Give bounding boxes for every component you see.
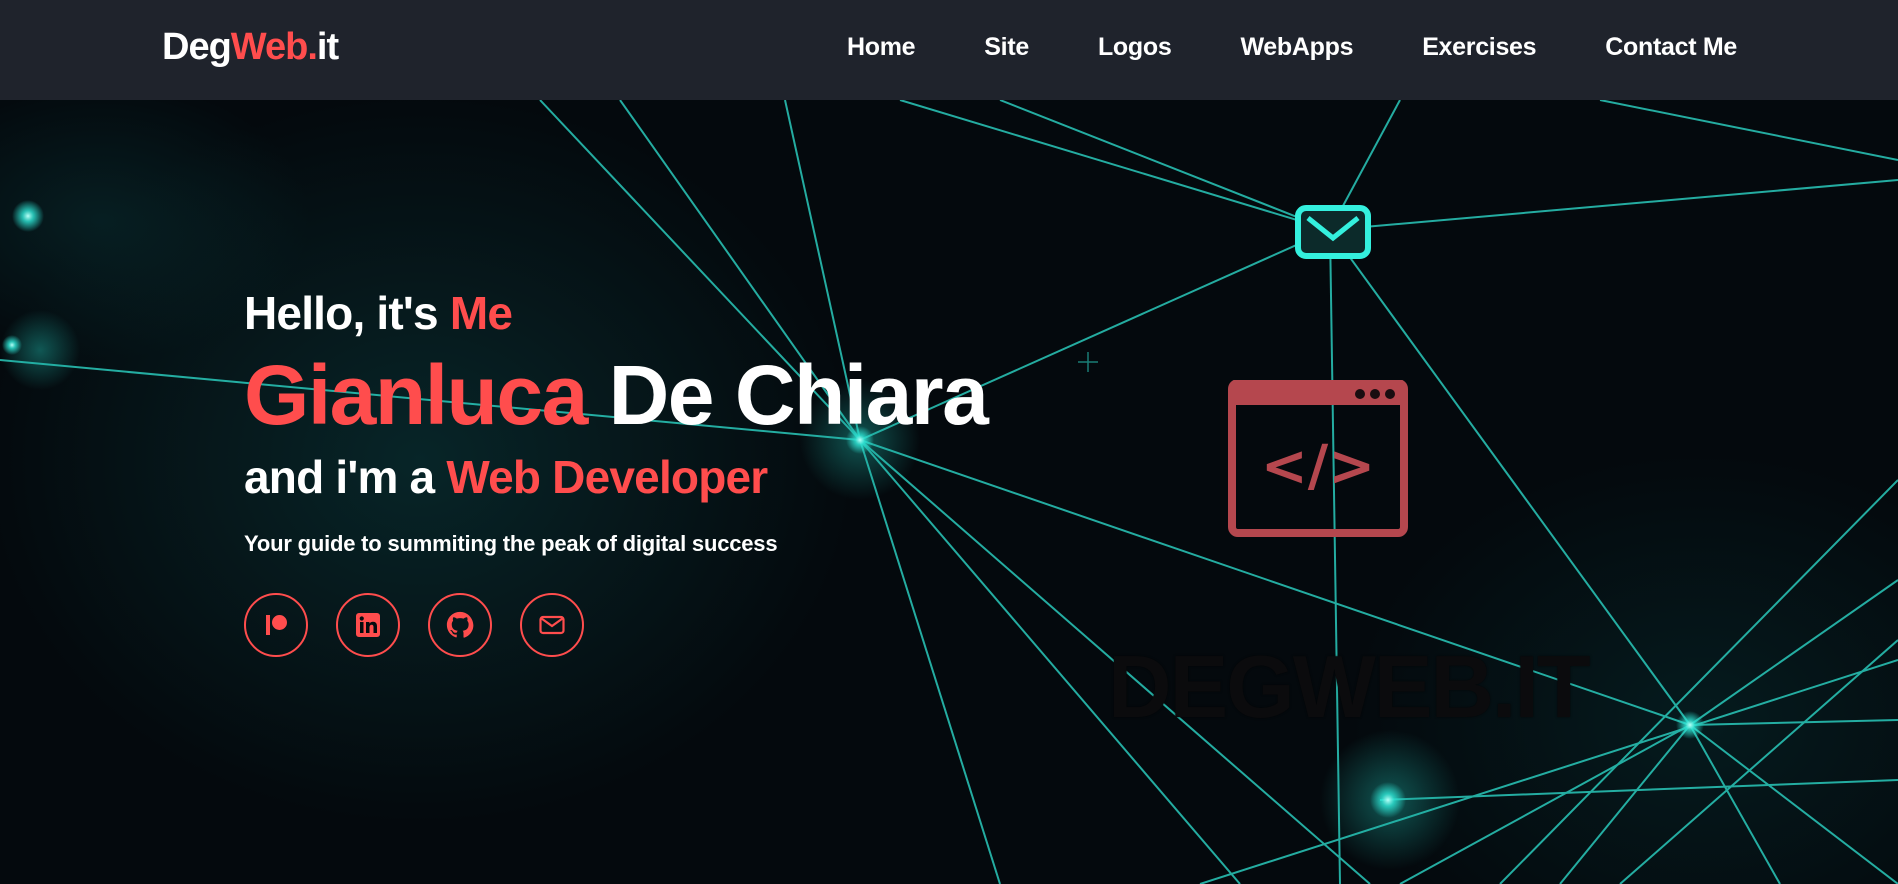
greeting-prefix: Hello, it's (244, 287, 450, 339)
hero-greeting: Hello, it's Me (244, 285, 987, 341)
logo-part-it: it (316, 26, 339, 68)
nav-home[interactable]: Home (847, 32, 916, 62)
window-dot-icon (1385, 389, 1395, 399)
nav-exercises[interactable]: Exercises (1422, 32, 1536, 62)
nav-site[interactable]: Site (984, 32, 1029, 62)
hero-tagline: Your guide to summiting the peak of digi… (244, 531, 778, 556)
nav-menu: Home Site Logos WebApps Exercises Contac… (778, 32, 1737, 62)
greeting-accent: Me (449, 287, 513, 339)
nav-contact-me[interactable]: Contact Me (1605, 32, 1737, 62)
hero-role: and i'm a Web Developer (244, 447, 987, 507)
page: DegWeb.it Home Site Logos WebApps Exerci… (0, 0, 1898, 884)
linkedin-icon (356, 613, 380, 637)
window-dot-icon (1370, 389, 1380, 399)
role-accent: Web Developer (446, 451, 768, 503)
mail-icon (539, 615, 565, 635)
email-link[interactable] (520, 593, 584, 657)
code-window-emblem: </> (1228, 380, 1408, 537)
hero-last-name: De Chiara (586, 348, 989, 442)
patreon-link[interactable] (244, 593, 308, 657)
hero-section: Hello, it's Me Gianluca De Chiara and i'… (0, 100, 1898, 884)
github-link[interactable] (428, 593, 492, 657)
nav-webapps[interactable]: WebApps (1240, 32, 1353, 62)
github-icon (446, 611, 474, 638)
emblem-wordmark: DEGWEB.IT (1108, 637, 1591, 736)
role-prefix: and i'm a (244, 451, 447, 503)
hero-name: Gianluca De Chiara (244, 347, 989, 443)
navbar: DegWeb.it Home Site Logos WebApps Exerci… (0, 0, 1898, 100)
nav-logos[interactable]: Logos (1098, 32, 1172, 62)
logo-part-deg: Deg (162, 26, 232, 68)
brand-logo[interactable]: DegWeb.it (162, 26, 339, 68)
envelope-node-icon (1295, 205, 1371, 259)
hero-intro: Hello, it's Me Gianluca De Chiara and i'… (244, 285, 989, 657)
logo-part-web: Web. (230, 26, 318, 68)
patreon-icon (266, 615, 287, 635)
hero-first-name: Gianluca (244, 348, 588, 442)
linkedin-link[interactable] (336, 593, 400, 657)
social-links (244, 593, 987, 657)
code-symbol: </> (1261, 434, 1375, 499)
window-dot-icon (1355, 389, 1365, 399)
